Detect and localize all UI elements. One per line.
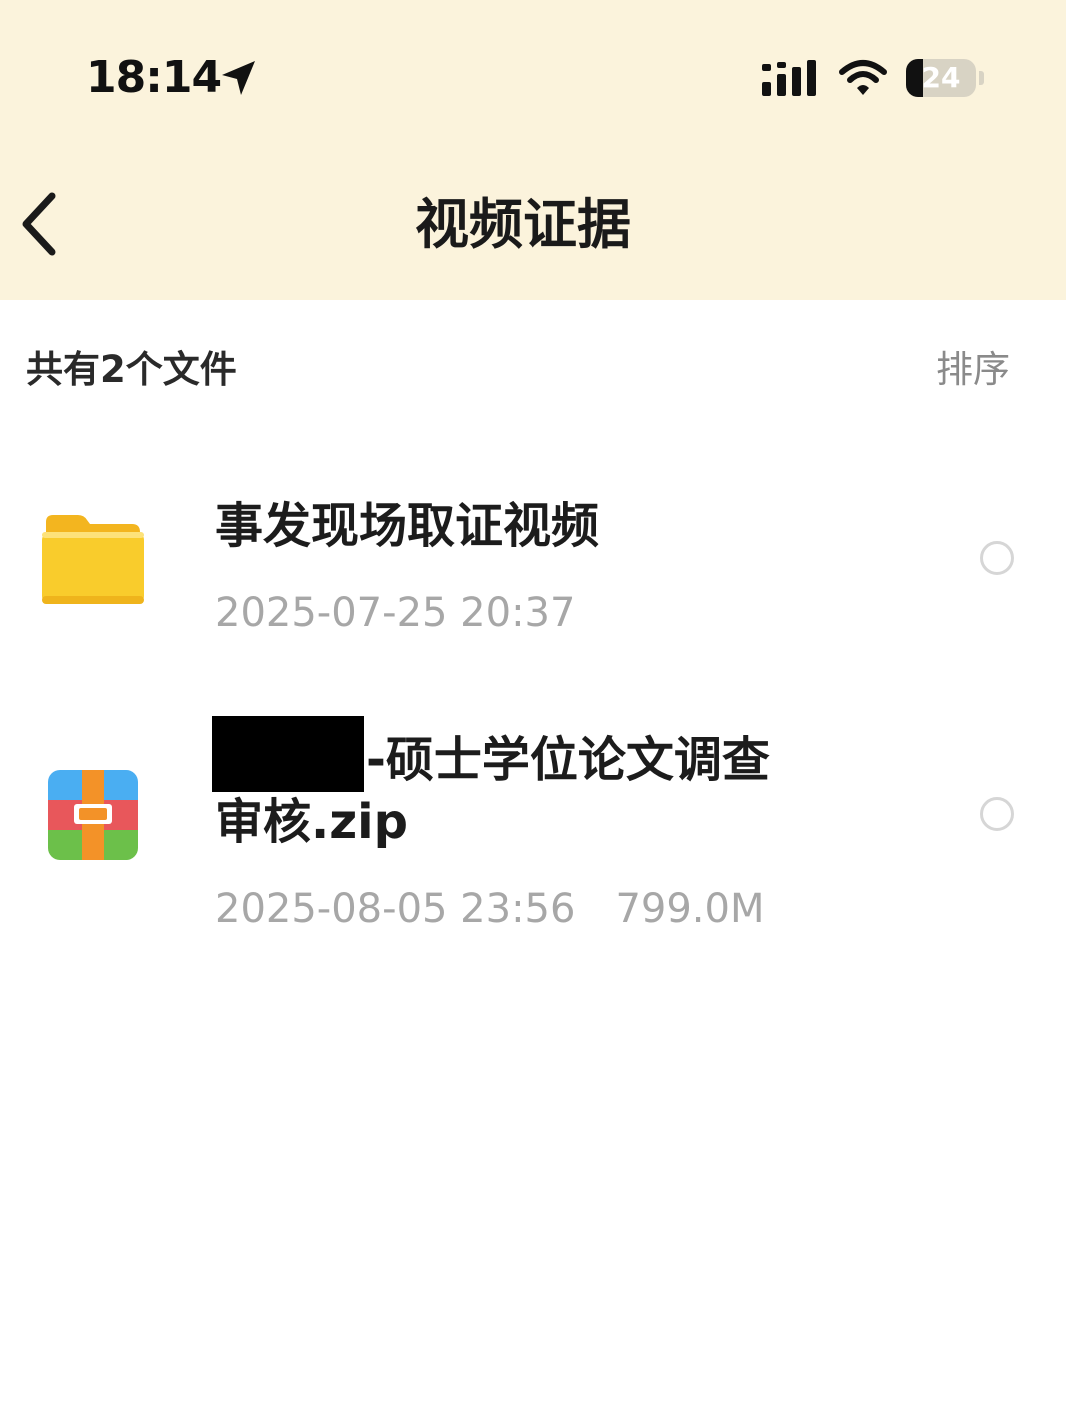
cellular-signal-icon [762,60,816,96]
file-count-label: 共有2个文件 [26,348,237,391]
file-name[interactable]: 事发现场取证视频 [215,496,599,556]
zip-archive-icon [48,770,138,860]
select-radio-folder[interactable] [980,541,1014,575]
battery-level: 24 [921,61,961,94]
location-arrow-icon [222,61,255,95]
page-title: 视频证据 [415,193,631,256]
sort-button[interactable]: 排序 [936,344,1010,396]
top-bar: 18:14 24 视频证据 [0,0,1066,300]
file-date: 2025-07-25 20:37 [215,590,576,636]
select-radio-zip[interactable] [980,797,1014,831]
file-date: 2025-08-05 23:56 [215,886,576,932]
file-meta: 2025-08-05 23:56 799.0M [215,884,764,934]
battery-cap [979,71,984,85]
status-time: 18:14 [86,52,222,103]
battery-indicator: 24 [906,59,976,97]
redaction-block [212,716,364,792]
folder-icon [42,515,144,604]
wifi-icon [839,60,887,95]
file-name-line1[interactable]: -硕士学位论文调查 [366,730,770,790]
file-name-line2[interactable]: 审核.zip [215,792,408,852]
file-size: 799.0M [615,886,765,932]
